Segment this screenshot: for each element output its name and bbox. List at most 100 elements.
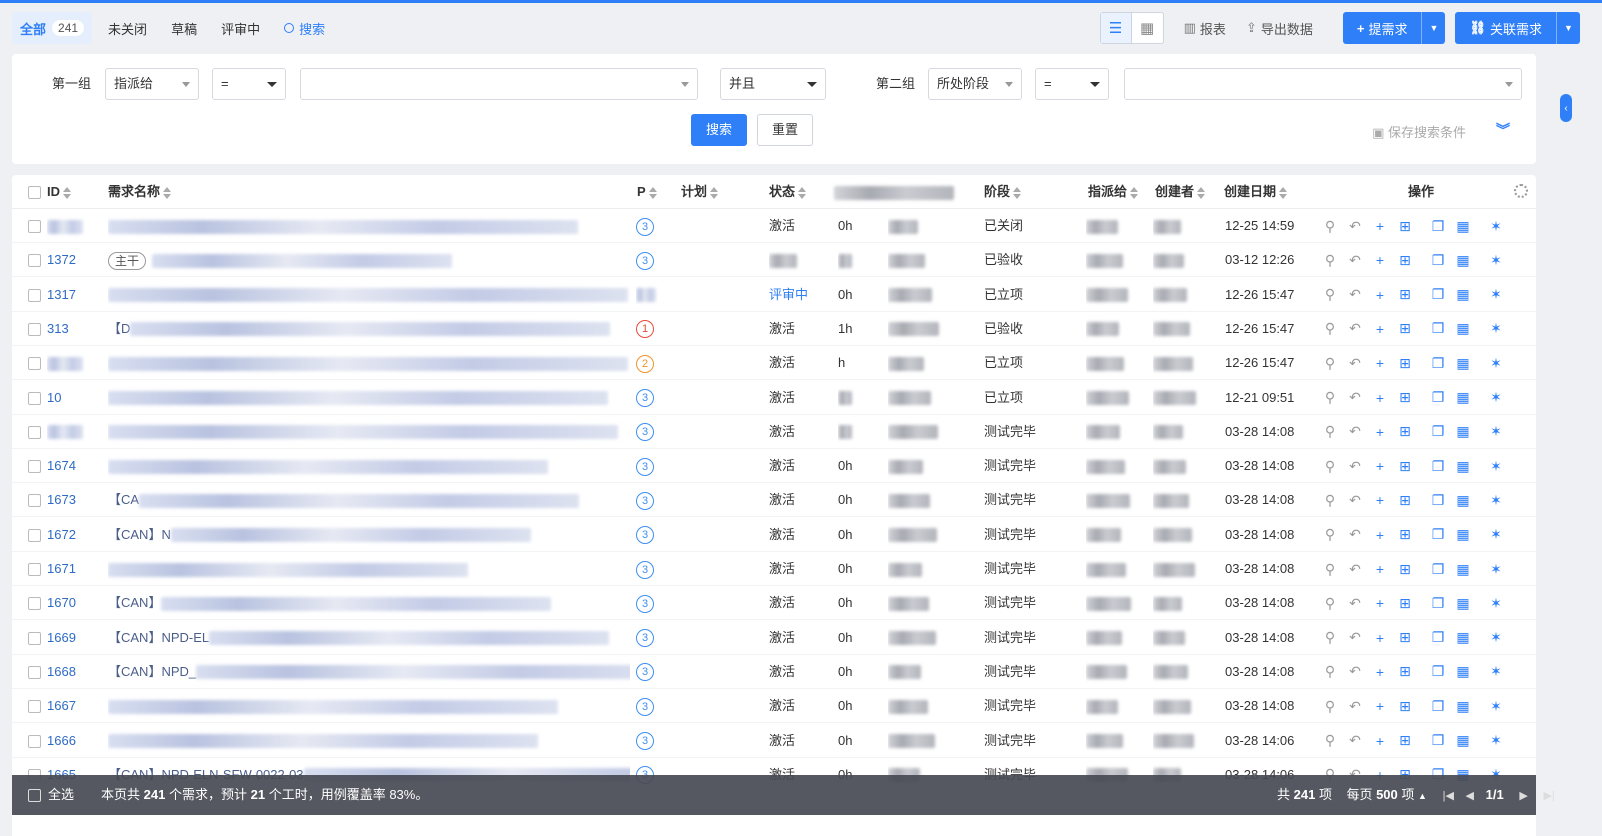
first-page-icon[interactable]: |◀: [1443, 790, 1454, 802]
row-checkbox[interactable]: [28, 494, 41, 508]
add-box-icon[interactable]: ⊞: [1395, 456, 1415, 476]
save-search-button[interactable]: ▣ 保存搜索条件: [1372, 122, 1466, 141]
row-id-cell[interactable]: 1672: [47, 518, 102, 552]
add-box-icon[interactable]: ⊞: [1395, 319, 1415, 339]
group1-field-select[interactable]: 指派给: [105, 68, 199, 100]
unlink-icon[interactable]: ✶: [1486, 319, 1506, 339]
undo-icon[interactable]: ↶: [1345, 216, 1365, 236]
row-name-cell[interactable]: 【CAN】NPD-EL: [108, 621, 630, 655]
unlink-icon[interactable]: ✶: [1486, 285, 1506, 305]
unlink-icon[interactable]: ✶: [1486, 216, 1506, 236]
plus-icon[interactable]: +: [1370, 696, 1390, 716]
add-box-icon[interactable]: ⊞: [1395, 559, 1415, 579]
add-box-icon[interactable]: ⊞: [1395, 696, 1415, 716]
col-plan[interactable]: 计划: [681, 175, 719, 209]
unlink-icon[interactable]: ✶: [1486, 662, 1506, 682]
row-checkbox[interactable]: [28, 665, 41, 679]
undo-icon[interactable]: ↶: [1345, 250, 1365, 270]
table-row[interactable]: 313 【D 1 激活 1h 已验收 12-26 15:47 ⚲ ↶ + ⊞ ❐ ▦ ✶: [12, 312, 1536, 346]
row-checkbox[interactable]: [28, 631, 41, 645]
add-box-icon[interactable]: ⊞: [1395, 216, 1415, 236]
unlink-icon[interactable]: ✶: [1486, 731, 1506, 751]
add-box-icon[interactable]: ⊞: [1395, 388, 1415, 408]
split-icon[interactable]: ▦: [1453, 285, 1473, 305]
row-id-cell[interactable]: 1673: [47, 483, 102, 517]
search-icon[interactable]: ⚲: [1320, 490, 1340, 510]
collapse-icon[interactable]: ︾: [1496, 120, 1510, 140]
search-icon[interactable]: ⚲: [1320, 319, 1340, 339]
split-icon[interactable]: ▦: [1453, 250, 1473, 270]
plus-icon[interactable]: +: [1370, 525, 1390, 545]
search-icon[interactable]: ⚲: [1320, 696, 1340, 716]
undo-icon[interactable]: ↶: [1345, 319, 1365, 339]
table-row[interactable]: 1674 3 激活 0h 测试完毕 03-28 14:08 ⚲ ↶ + ⊞ ❐ ▦ ✶: [12, 449, 1536, 484]
plus-icon[interactable]: +: [1370, 628, 1390, 648]
chevron-down-icon[interactable]: ▼: [1421, 12, 1445, 44]
split-icon[interactable]: ▦: [1453, 319, 1473, 339]
row-id-cell[interactable]: [47, 209, 102, 243]
side-expand-icon[interactable]: ‹: [1560, 94, 1572, 122]
row-name-cell[interactable]: 【D: [108, 312, 630, 346]
unlink-icon[interactable]: ✶: [1486, 250, 1506, 270]
split-icon[interactable]: ▦: [1453, 216, 1473, 236]
col-id[interactable]: ID: [47, 175, 71, 209]
split-icon[interactable]: ▦: [1453, 525, 1473, 545]
row-id-cell[interactable]: 1669: [47, 621, 102, 655]
plus-icon[interactable]: +: [1370, 285, 1390, 305]
copy-icon[interactable]: ❐: [1428, 731, 1448, 751]
logic-select[interactable]: 并且: [720, 68, 826, 100]
plus-icon[interactable]: +: [1370, 490, 1390, 510]
split-icon[interactable]: ▦: [1453, 388, 1473, 408]
row-name-cell[interactable]: 【CAN】NPD_: [108, 655, 630, 689]
search-icon[interactable]: ⚲: [1320, 456, 1340, 476]
kanban-view-icon[interactable]: ▦: [1132, 13, 1163, 43]
row-name-cell[interactable]: [108, 552, 630, 586]
table-row[interactable]: 1671 3 激活 0h 测试完毕 03-28 14:08 ⚲ ↶ + ⊞ ❐ ▦ ✶: [12, 552, 1536, 586]
add-box-icon[interactable]: ⊞: [1395, 353, 1415, 373]
table-row[interactable]: 1372 主干 3 已验收 03-12 12:26 ⚲ ↶ + ⊞ ❐ ▦ ✶: [12, 243, 1536, 278]
search-icon[interactable]: ⚲: [1320, 559, 1340, 579]
row-name-cell[interactable]: [108, 278, 630, 312]
col-stage[interactable]: 阶段: [984, 175, 1022, 209]
row-id-cell[interactable]: [47, 346, 102, 380]
row-id-cell[interactable]: 1372: [47, 243, 102, 277]
search-icon[interactable]: ⚲: [1320, 731, 1340, 751]
link-requirement-main[interactable]: ⛓ 关联需求: [1455, 12, 1556, 44]
row-checkbox[interactable]: [28, 528, 41, 542]
row-checkbox[interactable]: [28, 322, 41, 336]
col-assigned[interactable]: 指派给: [1088, 175, 1139, 209]
copy-icon[interactable]: ❐: [1428, 285, 1448, 305]
row-checkbox[interactable]: [28, 597, 41, 611]
undo-icon[interactable]: ↶: [1345, 422, 1365, 442]
row-name-cell[interactable]: [108, 724, 630, 758]
undo-icon[interactable]: ↶: [1345, 628, 1365, 648]
undo-icon[interactable]: ↶: [1345, 353, 1365, 373]
split-icon[interactable]: ▦: [1453, 490, 1473, 510]
row-id-cell[interactable]: 1666: [47, 724, 102, 758]
table-row[interactable]: 1673 【CA 3 激活 0h 测试完毕 03-28 14:08 ⚲ ↶ + ⊞ ❐ ▦ ✶: [12, 483, 1536, 518]
row-id-cell[interactable]: 1317: [47, 278, 102, 312]
list-view-icon[interactable]: ☰: [1100, 13, 1132, 43]
add-box-icon[interactable]: ⊞: [1395, 628, 1415, 648]
search-icon[interactable]: ⚲: [1320, 250, 1340, 270]
unlink-icon[interactable]: ✶: [1486, 422, 1506, 442]
col-creator[interactable]: 创建者: [1155, 175, 1206, 209]
row-id-cell[interactable]: 10: [47, 381, 102, 415]
col-pri[interactable]: P: [637, 175, 657, 209]
row-checkbox[interactable]: [28, 288, 41, 302]
col-name[interactable]: 需求名称: [108, 175, 172, 209]
search-icon[interactable]: ⚲: [1320, 353, 1340, 373]
row-checkbox[interactable]: [28, 734, 41, 748]
plus-icon[interactable]: +: [1370, 662, 1390, 682]
table-row[interactable]: 1670 【CAN】 3 激活 0h 测试完毕 03-28 14:08 ⚲ ↶ + ⊞ ❐ ▦ ✶: [12, 586, 1536, 621]
split-icon[interactable]: ▦: [1453, 593, 1473, 613]
footer-select-all-checkbox[interactable]: [28, 789, 41, 802]
add-box-icon[interactable]: ⊞: [1395, 525, 1415, 545]
row-checkbox[interactable]: [28, 254, 41, 268]
row-checkbox[interactable]: [28, 563, 41, 576]
split-icon[interactable]: ▦: [1453, 559, 1473, 579]
plus-icon[interactable]: +: [1370, 319, 1390, 339]
table-row[interactable]: 1668 【CAN】NPD_ 3 激活 0h 测试完毕 03-28 14:08 ⚲ ↶ + ⊞ ❐ ▦ ✶: [12, 655, 1536, 689]
row-name-cell[interactable]: [108, 209, 630, 243]
undo-icon[interactable]: ↶: [1345, 662, 1365, 682]
